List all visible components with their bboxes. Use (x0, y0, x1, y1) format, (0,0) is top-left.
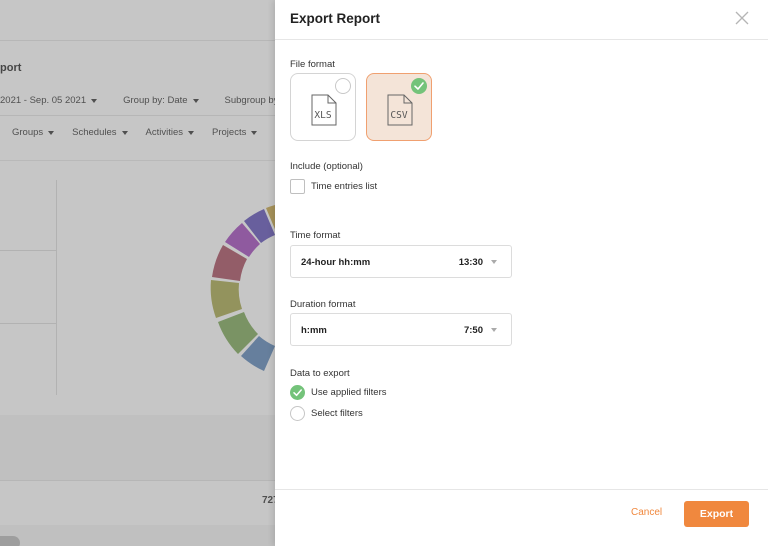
time-format-select[interactable]: 24-hour hh:mm 13:30 (290, 245, 512, 278)
use-applied-filters-label: Use applied filters (311, 387, 387, 398)
check-circle-icon (411, 78, 427, 94)
duration-format-option: h:mm (301, 325, 327, 336)
panel-header: Export Report (275, 0, 768, 40)
close-icon (735, 11, 749, 25)
panel-title: Export Report (290, 11, 381, 26)
time-format-example: 13:30 (458, 257, 483, 268)
format-option-xls[interactable]: XLS (290, 73, 356, 141)
duration-format-label: Duration format (290, 299, 356, 310)
file-format-label: File format (290, 59, 335, 70)
export-report-panel: Export Report File format XLS CSV Includ… (275, 0, 768, 546)
unchecked-circle-icon (335, 78, 351, 94)
checkmark-icon (293, 389, 302, 397)
check-circle-icon[interactable] (290, 385, 305, 400)
radio-circle-icon[interactable] (290, 406, 305, 421)
xls-label: XLS (314, 110, 332, 121)
close-button[interactable] (734, 10, 750, 26)
radio-select-filters[interactable]: Select filters (290, 406, 363, 421)
duration-format-example: 7:50 (463, 325, 483, 336)
cancel-button[interactable]: Cancel (631, 507, 662, 518)
time-entries-checkbox[interactable] (290, 179, 305, 194)
format-option-csv[interactable]: CSV (366, 73, 432, 141)
csv-label: CSV (390, 110, 408, 121)
time-format-option: 24-hour hh:mm (301, 257, 371, 268)
export-button[interactable]: Export (684, 501, 749, 527)
chevron-down-icon (491, 260, 497, 264)
checkmark-icon (414, 82, 424, 90)
time-entries-label: Time entries list (311, 181, 378, 192)
time-entries-checkbox-row[interactable]: Time entries list (290, 179, 377, 194)
data-to-export-label: Data to export (290, 368, 350, 379)
include-label: Include (optional) (290, 161, 363, 172)
radio-use-applied-filters[interactable]: Use applied filters (290, 385, 387, 400)
chevron-down-icon (491, 328, 497, 332)
duration-format-select[interactable]: h:mm 7:50 (290, 313, 512, 346)
time-format-label: Time format (290, 230, 341, 241)
panel-footer: Cancel Export (275, 489, 768, 546)
select-filters-label: Select filters (311, 408, 363, 419)
